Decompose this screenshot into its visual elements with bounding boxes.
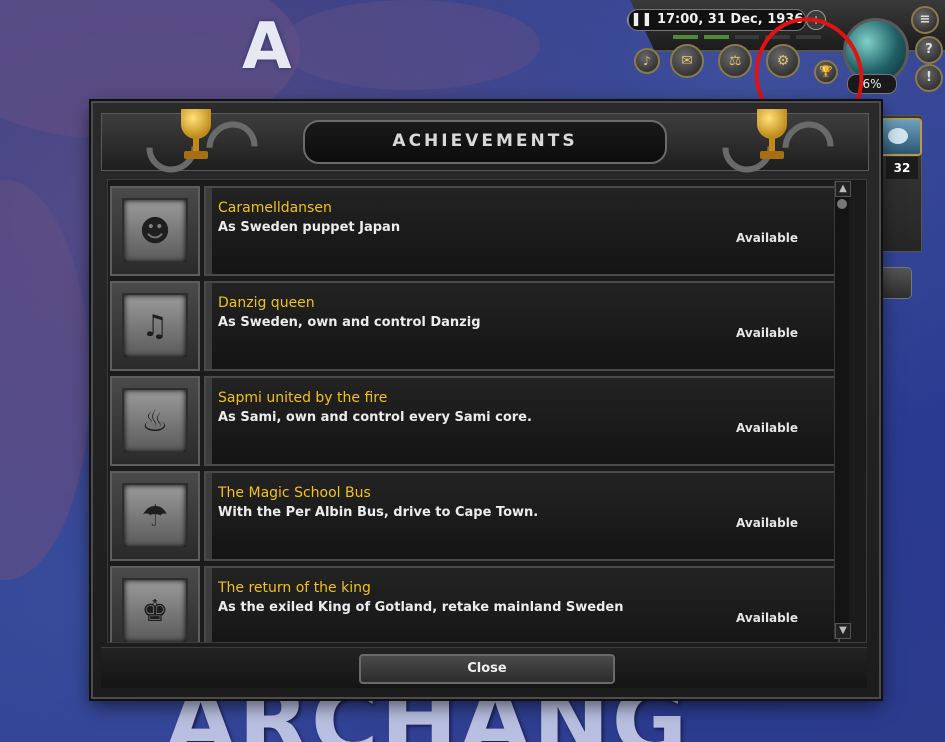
achievement-icon-frame: ♨ [110, 376, 200, 466]
map-landmass [0, 180, 90, 580]
alert-icon[interactable]: ! [915, 64, 943, 92]
menu-icon[interactable]: ≡ [911, 6, 939, 34]
dancers-icon: ☻ [139, 214, 171, 249]
map-landmass [280, 0, 540, 90]
count-badge: 32 [886, 157, 918, 179]
achievement-row[interactable]: ♨ Sapmi united by the fire As Sami, own … [108, 376, 840, 466]
trophy-icon [711, 107, 845, 184]
fire-icon: ♨ [141, 404, 169, 439]
achievement-status: Available [736, 231, 798, 245]
achievement-scrollbar[interactable]: ▲ ▼ [834, 181, 851, 639]
achievement-entry[interactable]: Caramelldansen As Sweden puppet Japan Av… [204, 186, 840, 276]
zoom-out-button[interactable] [878, 118, 922, 156]
achievement-icon-frame: ☻ [110, 186, 200, 276]
achievement-description: With the Per Albin Bus, drive to Cape To… [218, 505, 539, 520]
side-slider-handle[interactable] [876, 267, 912, 299]
achievement-entry[interactable]: Sapmi united by the fire As Sami, own an… [204, 376, 840, 466]
scroll-up-icon[interactable]: ▲ [835, 181, 851, 197]
close-button[interactable]: Close [359, 654, 615, 684]
achievement-description: As Sweden puppet Japan [218, 220, 401, 235]
achievement-icon-frame: ☂ [110, 471, 200, 561]
achievement-name: Danzig queen [218, 295, 315, 311]
window-title: ACHIEVEMENTS [392, 131, 578, 151]
achievement-row[interactable]: ☂ The Magic School Bus With the Per Albi… [108, 471, 840, 561]
achievement-entry[interactable]: The return of the king As the exiled Kin… [204, 566, 840, 642]
trade-icon[interactable]: ⚖ [718, 44, 752, 78]
scroll-thumb[interactable] [837, 199, 847, 209]
title-plate: ACHIEVEMENTS [303, 120, 667, 164]
king-icon: ♚ [141, 594, 169, 629]
achievement-description: As the exiled King of Gotland, retake ma… [218, 600, 624, 615]
achievement-status: Available [736, 421, 798, 435]
achievement-row[interactable]: ☻ Caramelldansen As Sweden puppet Japan … [108, 186, 840, 276]
band-icon: ♫ [141, 309, 169, 344]
top-bar: − ❚❚ 17:00, 31 Dec, 1936 + ♪ ✉ ⚖ ⚙ 🏆 6% … [560, 0, 945, 100]
achievement-name: The Magic School Bus [218, 485, 371, 501]
achievement-icon-frame: ♫ [110, 281, 200, 371]
help-icon[interactable]: ? [915, 36, 943, 64]
achievement-status: Available [736, 611, 798, 625]
achievement-name: The return of the king [218, 580, 371, 596]
achievement-description: As Sweden, own and control Danzig [218, 315, 481, 330]
scroll-down-icon[interactable]: ▼ [835, 623, 851, 639]
achievement-entry[interactable]: The Magic School Bus With the Per Albin … [204, 471, 840, 561]
map-region-letter: A [242, 10, 292, 84]
achievements-window: ACHIEVEMENTS ☻ Caramelldansen As Sweden … [91, 101, 881, 699]
achievement-name: Caramelldansen [218, 200, 332, 216]
diplomacy-icon[interactable]: ✉ [670, 44, 704, 78]
trophy-icon [135, 107, 269, 184]
achievement-description: As Sami, own and control every Sami core… [218, 410, 532, 425]
achievement-name: Sapmi united by the fire [218, 390, 388, 406]
pause-icon: ❚❚ [630, 12, 653, 27]
achievement-status: Available [736, 516, 798, 530]
achievement-row[interactable]: ♚ The return of the king As the exiled K… [108, 566, 840, 642]
music-icon[interactable]: ♪ [634, 48, 660, 74]
achievement-icon-frame: ♚ [110, 566, 200, 642]
achievement-status: Available [736, 326, 798, 340]
achievement-entry[interactable]: Danzig queen As Sweden, own and control … [204, 281, 840, 371]
parachute-bus-icon: ☂ [141, 499, 169, 534]
achievement-list[interactable]: ☻ Caramelldansen As Sweden puppet Japan … [107, 179, 867, 643]
achievement-row[interactable]: ♫ Danzig queen As Sweden, own and contro… [108, 281, 840, 371]
